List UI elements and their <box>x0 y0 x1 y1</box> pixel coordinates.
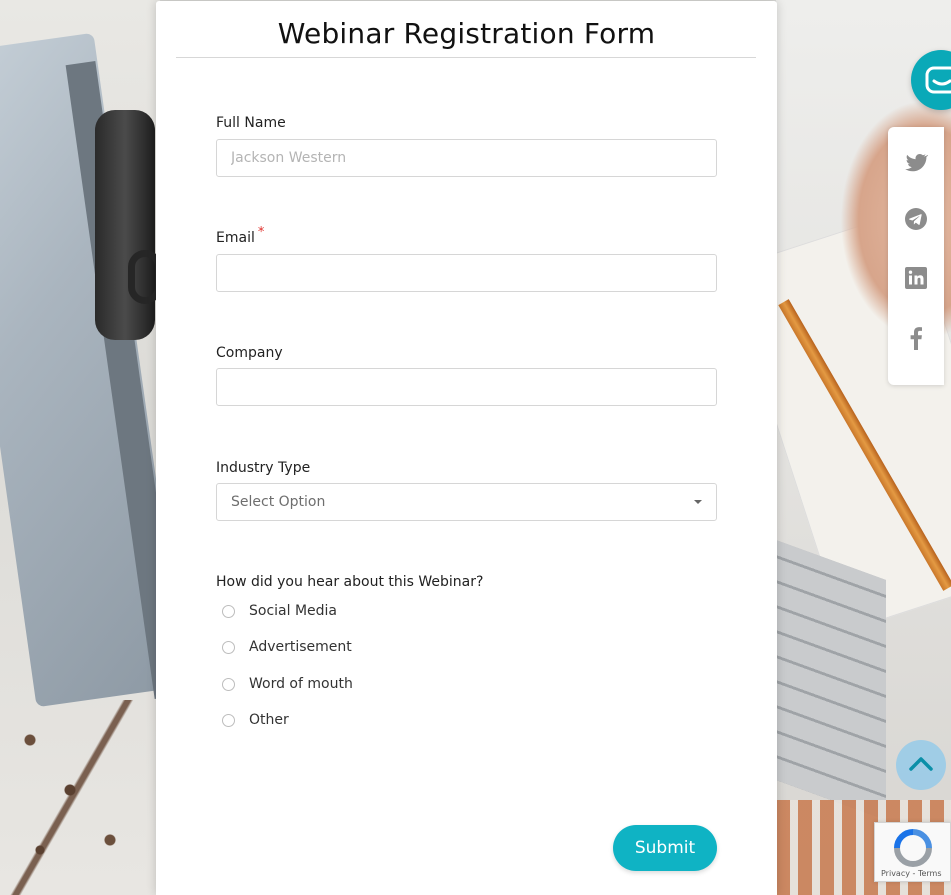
chat-icon <box>925 66 951 94</box>
chevron-down-icon <box>694 500 702 504</box>
industry-type-label: Industry Type <box>216 460 311 476</box>
form-title: Webinar Registration Form <box>277 17 656 50</box>
radio-option-word-of-mouth[interactable]: Word of mouth <box>222 676 353 692</box>
radio-label: Word of mouth <box>249 676 353 692</box>
chevron-up-icon <box>909 757 933 771</box>
title-divider <box>176 57 756 58</box>
radio-button[interactable] <box>222 677 235 691</box>
radio-option-other[interactable]: Other <box>222 712 289 728</box>
background-mug <box>95 110 155 340</box>
background-keyboard <box>776 539 886 821</box>
radio-label: Advertisement <box>249 639 352 655</box>
linkedin-icon[interactable] <box>904 266 928 290</box>
social-share-bar <box>888 127 944 385</box>
email-label-wrap: Email * <box>216 225 264 246</box>
hear-about-label: How did you hear about this Webinar? <box>216 574 484 590</box>
background-twig <box>0 700 160 895</box>
radio-button[interactable] <box>222 604 235 618</box>
recaptcha-terms-link[interactable]: Terms <box>918 869 942 878</box>
company-input[interactable] <box>216 368 717 406</box>
radio-button[interactable] <box>222 713 235 727</box>
recaptcha-links: Privacy - Terms <box>881 869 942 878</box>
twitter-icon[interactable] <box>904 150 928 174</box>
email-label: Email <box>216 230 255 246</box>
full-name-label: Full Name <box>216 115 286 131</box>
submit-button[interactable]: Submit <box>613 825 717 871</box>
recaptcha-icon <box>894 829 932 867</box>
recaptcha-privacy-link[interactable]: Privacy <box>881 869 910 878</box>
company-label: Company <box>216 345 283 361</box>
required-marker: * <box>257 225 265 240</box>
full-name-input[interactable] <box>216 139 717 177</box>
scroll-to-top-button[interactable] <box>896 740 946 790</box>
email-input[interactable] <box>216 254 717 292</box>
radio-button[interactable] <box>222 640 235 654</box>
facebook-icon[interactable] <box>904 326 928 350</box>
radio-label: Other <box>249 712 289 728</box>
recaptcha-separator: - <box>909 869 918 878</box>
radio-label: Social Media <box>249 603 338 619</box>
industry-type-selected: Select Option <box>231 494 326 510</box>
registration-form-card: Webinar Registration Form Full Name Emai… <box>156 1 777 895</box>
recaptcha-badge[interactable]: Privacy - Terms <box>874 822 951 882</box>
telegram-icon[interactable] <box>904 207 928 231</box>
industry-type-select[interactable]: Select Option <box>216 483 717 521</box>
radio-option-social-media[interactable]: Social Media <box>222 603 337 619</box>
radio-option-advertisement[interactable]: Advertisement <box>222 639 352 655</box>
